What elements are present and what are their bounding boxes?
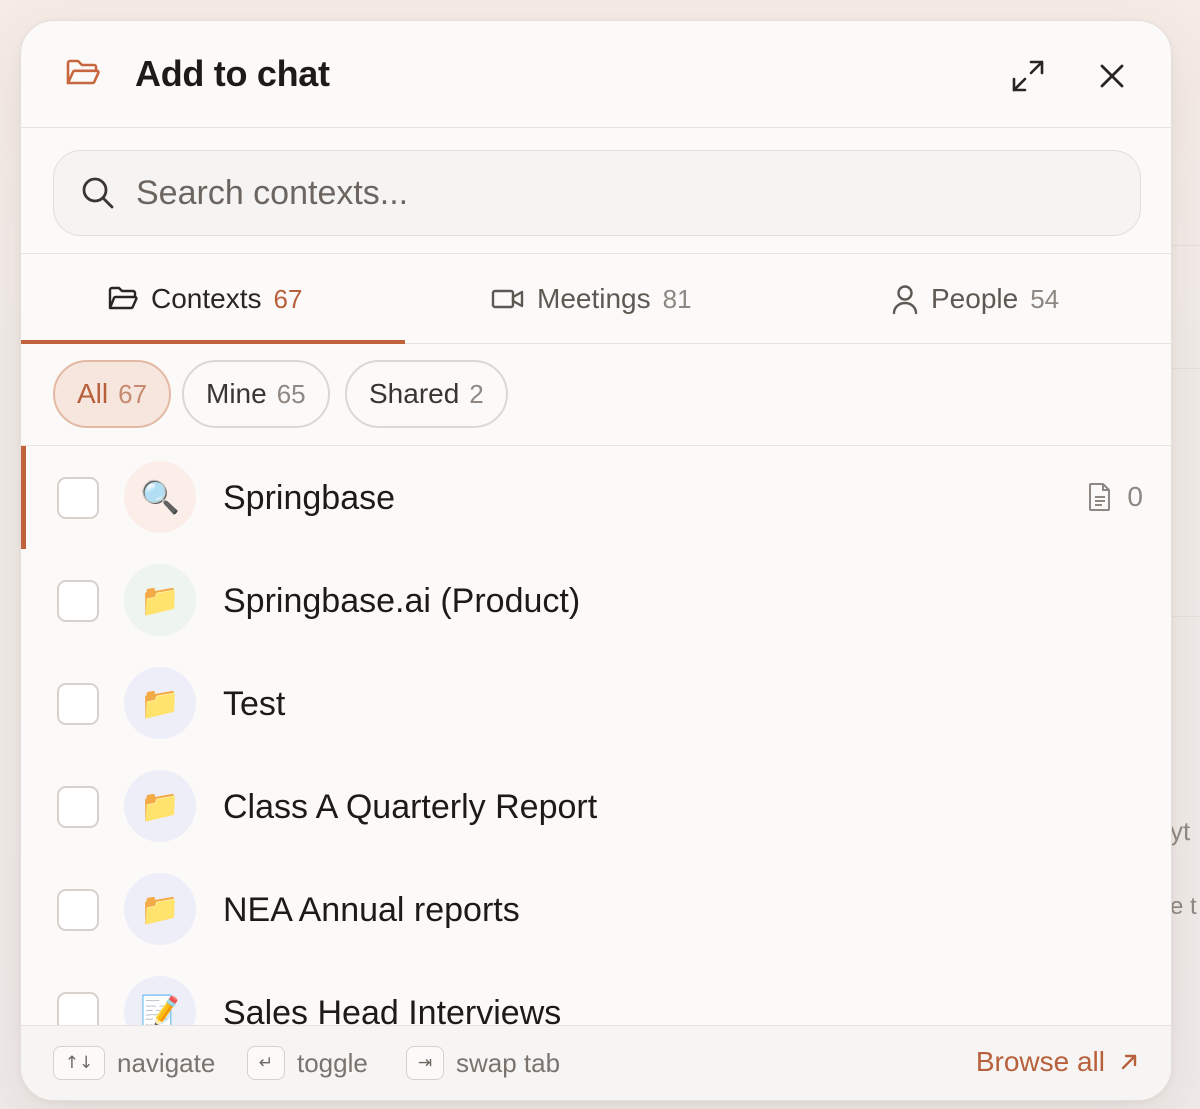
toggle-hint: ↵ toggle (247, 1046, 368, 1080)
close-icon[interactable] (1093, 57, 1131, 95)
browse-all-label: Browse all (975, 1046, 1105, 1077)
enter-key: ↵ (247, 1046, 285, 1080)
hint-label: toggle (297, 1047, 368, 1078)
background-divider (1172, 616, 1200, 617)
navigate-hint: ↑↓ navigate (53, 1046, 215, 1080)
folder-emoji-icon: 📁 (124, 770, 196, 842)
tab-bar: Contexts 67 Meetings 81 People 54 (21, 254, 1171, 344)
list-item[interactable]: 📁 Springbase.ai (Product) (21, 549, 1171, 652)
tab-people[interactable]: People 54 (891, 254, 1059, 344)
chip-count: 65 (276, 378, 306, 409)
chip-label: All (77, 378, 109, 409)
tab-key: ⇥ (406, 1046, 444, 1080)
hint-label: swap tab (456, 1047, 561, 1078)
navigate-key: ↑↓ (53, 1046, 105, 1080)
list-item[interactable]: 📝 Sales Head Interviews (21, 961, 1171, 1026)
search-input[interactable] (136, 167, 1096, 219)
document-icon (1089, 483, 1111, 511)
filter-shared-chip[interactable]: Shared 2 (345, 360, 508, 428)
chip-label: Mine (206, 378, 267, 409)
magnifier-emoji-icon: 🔍 (124, 461, 196, 533)
item-name: Sales Head Interviews (223, 994, 562, 1026)
item-name: Springbase (223, 479, 396, 517)
tab-contexts[interactable]: Contexts 67 (107, 254, 302, 344)
memo-emoji-icon: 📝 (124, 976, 196, 1026)
item-name: Test (223, 685, 286, 723)
tab-count: 54 (1030, 283, 1060, 314)
doc-count: 0 (1087, 481, 1143, 513)
item-name: Springbase.ai (Product) (223, 582, 581, 620)
item-checkbox[interactable] (57, 786, 99, 828)
item-checkbox[interactable] (57, 580, 99, 622)
search-icon (80, 175, 116, 216)
list-item[interactable]: 📁 Test (21, 652, 1171, 755)
dialog-footer: ↑↓ navigate ↵ toggle ⇥ swap tab Browse a… (21, 1025, 1171, 1100)
item-name: Class A Quarterly Report (223, 788, 598, 826)
swap-tab-hint: ⇥ swap tab (406, 1046, 560, 1080)
search-box[interactable] (53, 150, 1141, 236)
tab-label: Meetings (537, 283, 651, 314)
tab-count: 81 (662, 283, 692, 314)
background-text: yt (1170, 816, 1191, 846)
video-icon (491, 286, 525, 312)
tab-label: People (931, 283, 1019, 314)
folder-emoji-icon: 📁 (124, 564, 196, 636)
item-checkbox[interactable] (57, 683, 99, 725)
item-checkbox[interactable] (57, 477, 99, 519)
chip-label: Shared (369, 378, 460, 409)
folder-icon (107, 285, 139, 313)
search-section (21, 128, 1171, 254)
background-text: e t (1170, 893, 1197, 920)
hint-label: navigate (117, 1047, 216, 1078)
list-item[interactable]: 🔍 Springbase 0 (21, 446, 1171, 549)
tab-meetings[interactable]: Meetings 81 (491, 254, 692, 344)
person-icon (891, 283, 919, 315)
list-item[interactable]: 📁 Class A Quarterly Report (21, 755, 1171, 858)
tab-count: 67 (273, 283, 303, 314)
item-name: NEA Annual reports (223, 891, 520, 929)
folder-emoji-icon: 📁 (124, 667, 196, 739)
chip-count: 2 (469, 378, 484, 409)
filter-all-chip[interactable]: All 67 (53, 360, 172, 428)
list-item[interactable]: 📁 NEA Annual reports (21, 858, 1171, 961)
dialog-header: Add to chat (21, 21, 1171, 128)
tab-label: Contexts (151, 283, 262, 314)
filter-mine-chip[interactable]: Mine 65 (182, 360, 330, 428)
arrow-up-right-icon (1121, 1054, 1137, 1070)
dialog-title: Add to chat (135, 53, 330, 94)
expand-icon[interactable] (1009, 57, 1047, 95)
folder-emoji-icon: 📁 (124, 873, 196, 945)
folder-open-icon (65, 57, 101, 94)
doc-count-value: 0 (1127, 481, 1143, 512)
add-to-chat-dialog: Add to chat Search contexts... Contexts … (20, 20, 1172, 1101)
filter-chips: All 67 Mine 65 Shared 2 (21, 344, 1171, 446)
item-checkbox[interactable] (57, 889, 99, 931)
background-divider (1172, 368, 1200, 369)
context-list: 🔍 Springbase 0 📁 Springbase.ai (Product)… (21, 446, 1171, 1026)
chip-count: 67 (118, 378, 148, 409)
background-divider (1172, 245, 1200, 246)
item-checkbox[interactable] (57, 992, 99, 1026)
browse-all-link[interactable]: Browse all (976, 1046, 1139, 1078)
